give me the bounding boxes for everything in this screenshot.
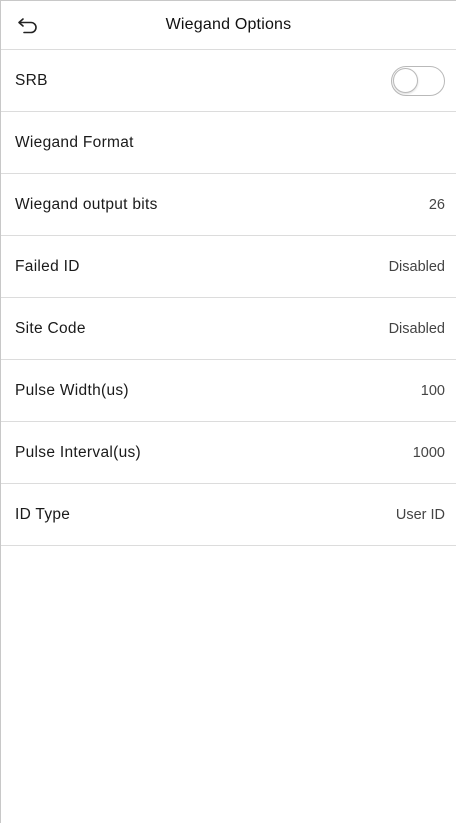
wiegand-output-bits-label: Wiegand output bits <box>15 195 158 213</box>
wiegand-output-bits-row[interactable]: Wiegand output bits 26 <box>1 174 456 236</box>
pulse-width-row[interactable]: Pulse Width(us) 100 <box>1 360 456 422</box>
wiegand-format-row[interactable]: Wiegand Format <box>1 112 456 174</box>
back-arrow-icon <box>18 18 37 34</box>
back-button[interactable] <box>15 13 41 37</box>
site-code-row[interactable]: Site Code Disabled <box>1 298 456 360</box>
toggle-knob <box>393 67 418 93</box>
failed-id-row[interactable]: Failed ID Disabled <box>1 236 456 298</box>
site-code-label: Site Code <box>15 319 86 337</box>
srb-toggle[interactable] <box>391 65 445 96</box>
failed-id-label: Failed ID <box>15 257 80 275</box>
wiegand-format-label: Wiegand Format <box>15 133 134 151</box>
srb-row[interactable]: SRB <box>1 50 456 112</box>
pulse-interval-value: 1000 <box>412 444 445 461</box>
srb-label: SRB <box>15 71 48 89</box>
pulse-width-value: 100 <box>420 382 445 399</box>
pulse-interval-label: Pulse Interval(us) <box>15 443 142 461</box>
options-list: SRB Wiegand Format Wiegand output bits 2… <box>1 50 456 546</box>
id-type-value: User ID <box>395 506 445 523</box>
failed-id-value: Disabled <box>388 258 445 275</box>
id-type-row[interactable]: ID Type User ID <box>1 484 456 546</box>
pulse-width-label: Pulse Width(us) <box>15 381 129 399</box>
wiegand-output-bits-value: 26 <box>428 196 445 213</box>
pulse-interval-row[interactable]: Pulse Interval(us) 1000 <box>1 422 456 484</box>
page-title: Wiegand Options <box>165 16 292 33</box>
id-type-label: ID Type <box>15 505 71 523</box>
wiegand-options-screen: Wiegand Options SRB Wiegand Format Wiega… <box>0 0 456 823</box>
site-code-value: Disabled <box>388 320 445 337</box>
header-bar: Wiegand Options <box>1 1 456 50</box>
